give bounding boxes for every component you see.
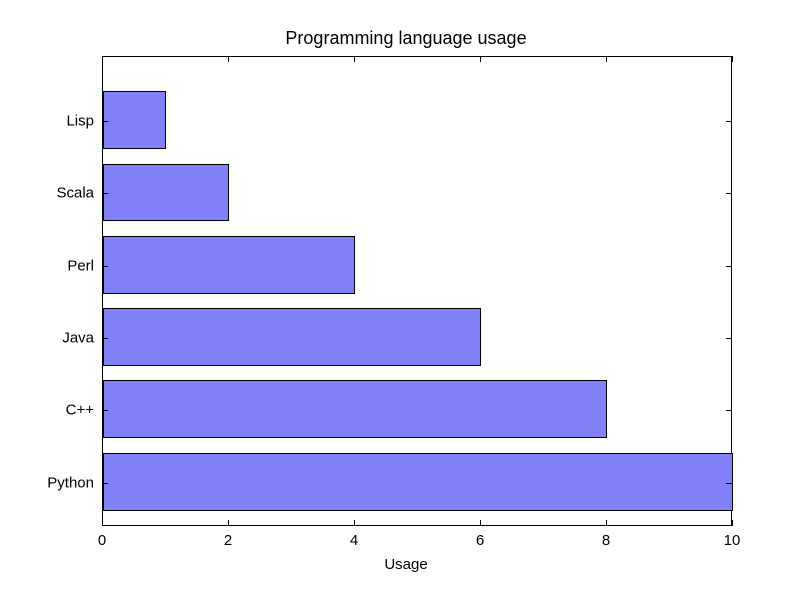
x-tick-mark	[102, 56, 103, 62]
y-tick-mark	[102, 483, 108, 484]
y-tick-mark	[102, 193, 108, 194]
y-tick-cpp: C++	[14, 402, 94, 419]
y-tick-lisp: Lisp	[14, 113, 94, 130]
bar-lisp	[103, 91, 166, 149]
bar-python	[103, 453, 733, 511]
y-tick-mark	[102, 338, 108, 339]
x-tick-mark	[732, 520, 733, 526]
y-tick-mark	[726, 121, 732, 122]
x-tick-mark	[228, 56, 229, 62]
chart-container: Programming language usage Python C++ Ja…	[0, 0, 812, 612]
y-tick-scala: Scala	[14, 185, 94, 202]
bar-java	[103, 308, 481, 366]
x-tick-2: 2	[224, 532, 232, 549]
x-tick-mark	[606, 56, 607, 62]
x-tick-mark	[480, 56, 481, 62]
bar-cpp	[103, 380, 607, 438]
x-tick-10: 10	[724, 532, 741, 549]
plot-area	[102, 56, 732, 526]
x-tick-6: 6	[476, 532, 484, 549]
x-tick-0: 0	[98, 532, 106, 549]
y-tick-mark	[726, 338, 732, 339]
bar-perl	[103, 236, 355, 294]
x-tick-mark	[480, 520, 481, 526]
bar-scala	[103, 164, 229, 222]
x-tick-mark	[606, 520, 607, 526]
y-tick-mark	[102, 410, 108, 411]
x-tick-4: 4	[350, 532, 358, 549]
y-tick-mark	[726, 410, 732, 411]
x-tick-mark	[354, 56, 355, 62]
chart-title: Programming language usage	[0, 28, 812, 49]
y-tick-python: Python	[14, 474, 94, 491]
y-tick-mark	[102, 266, 108, 267]
y-tick-mark	[726, 193, 732, 194]
y-tick-perl: Perl	[14, 257, 94, 274]
y-tick-mark	[102, 121, 108, 122]
x-tick-mark	[102, 520, 103, 526]
x-tick-mark	[732, 56, 733, 62]
y-tick-mark	[726, 483, 732, 484]
x-tick-mark	[354, 520, 355, 526]
x-axis-label: Usage	[0, 556, 812, 573]
y-tick-java: Java	[14, 330, 94, 347]
x-tick-8: 8	[602, 532, 610, 549]
y-tick-mark	[726, 266, 732, 267]
x-tick-mark	[228, 520, 229, 526]
